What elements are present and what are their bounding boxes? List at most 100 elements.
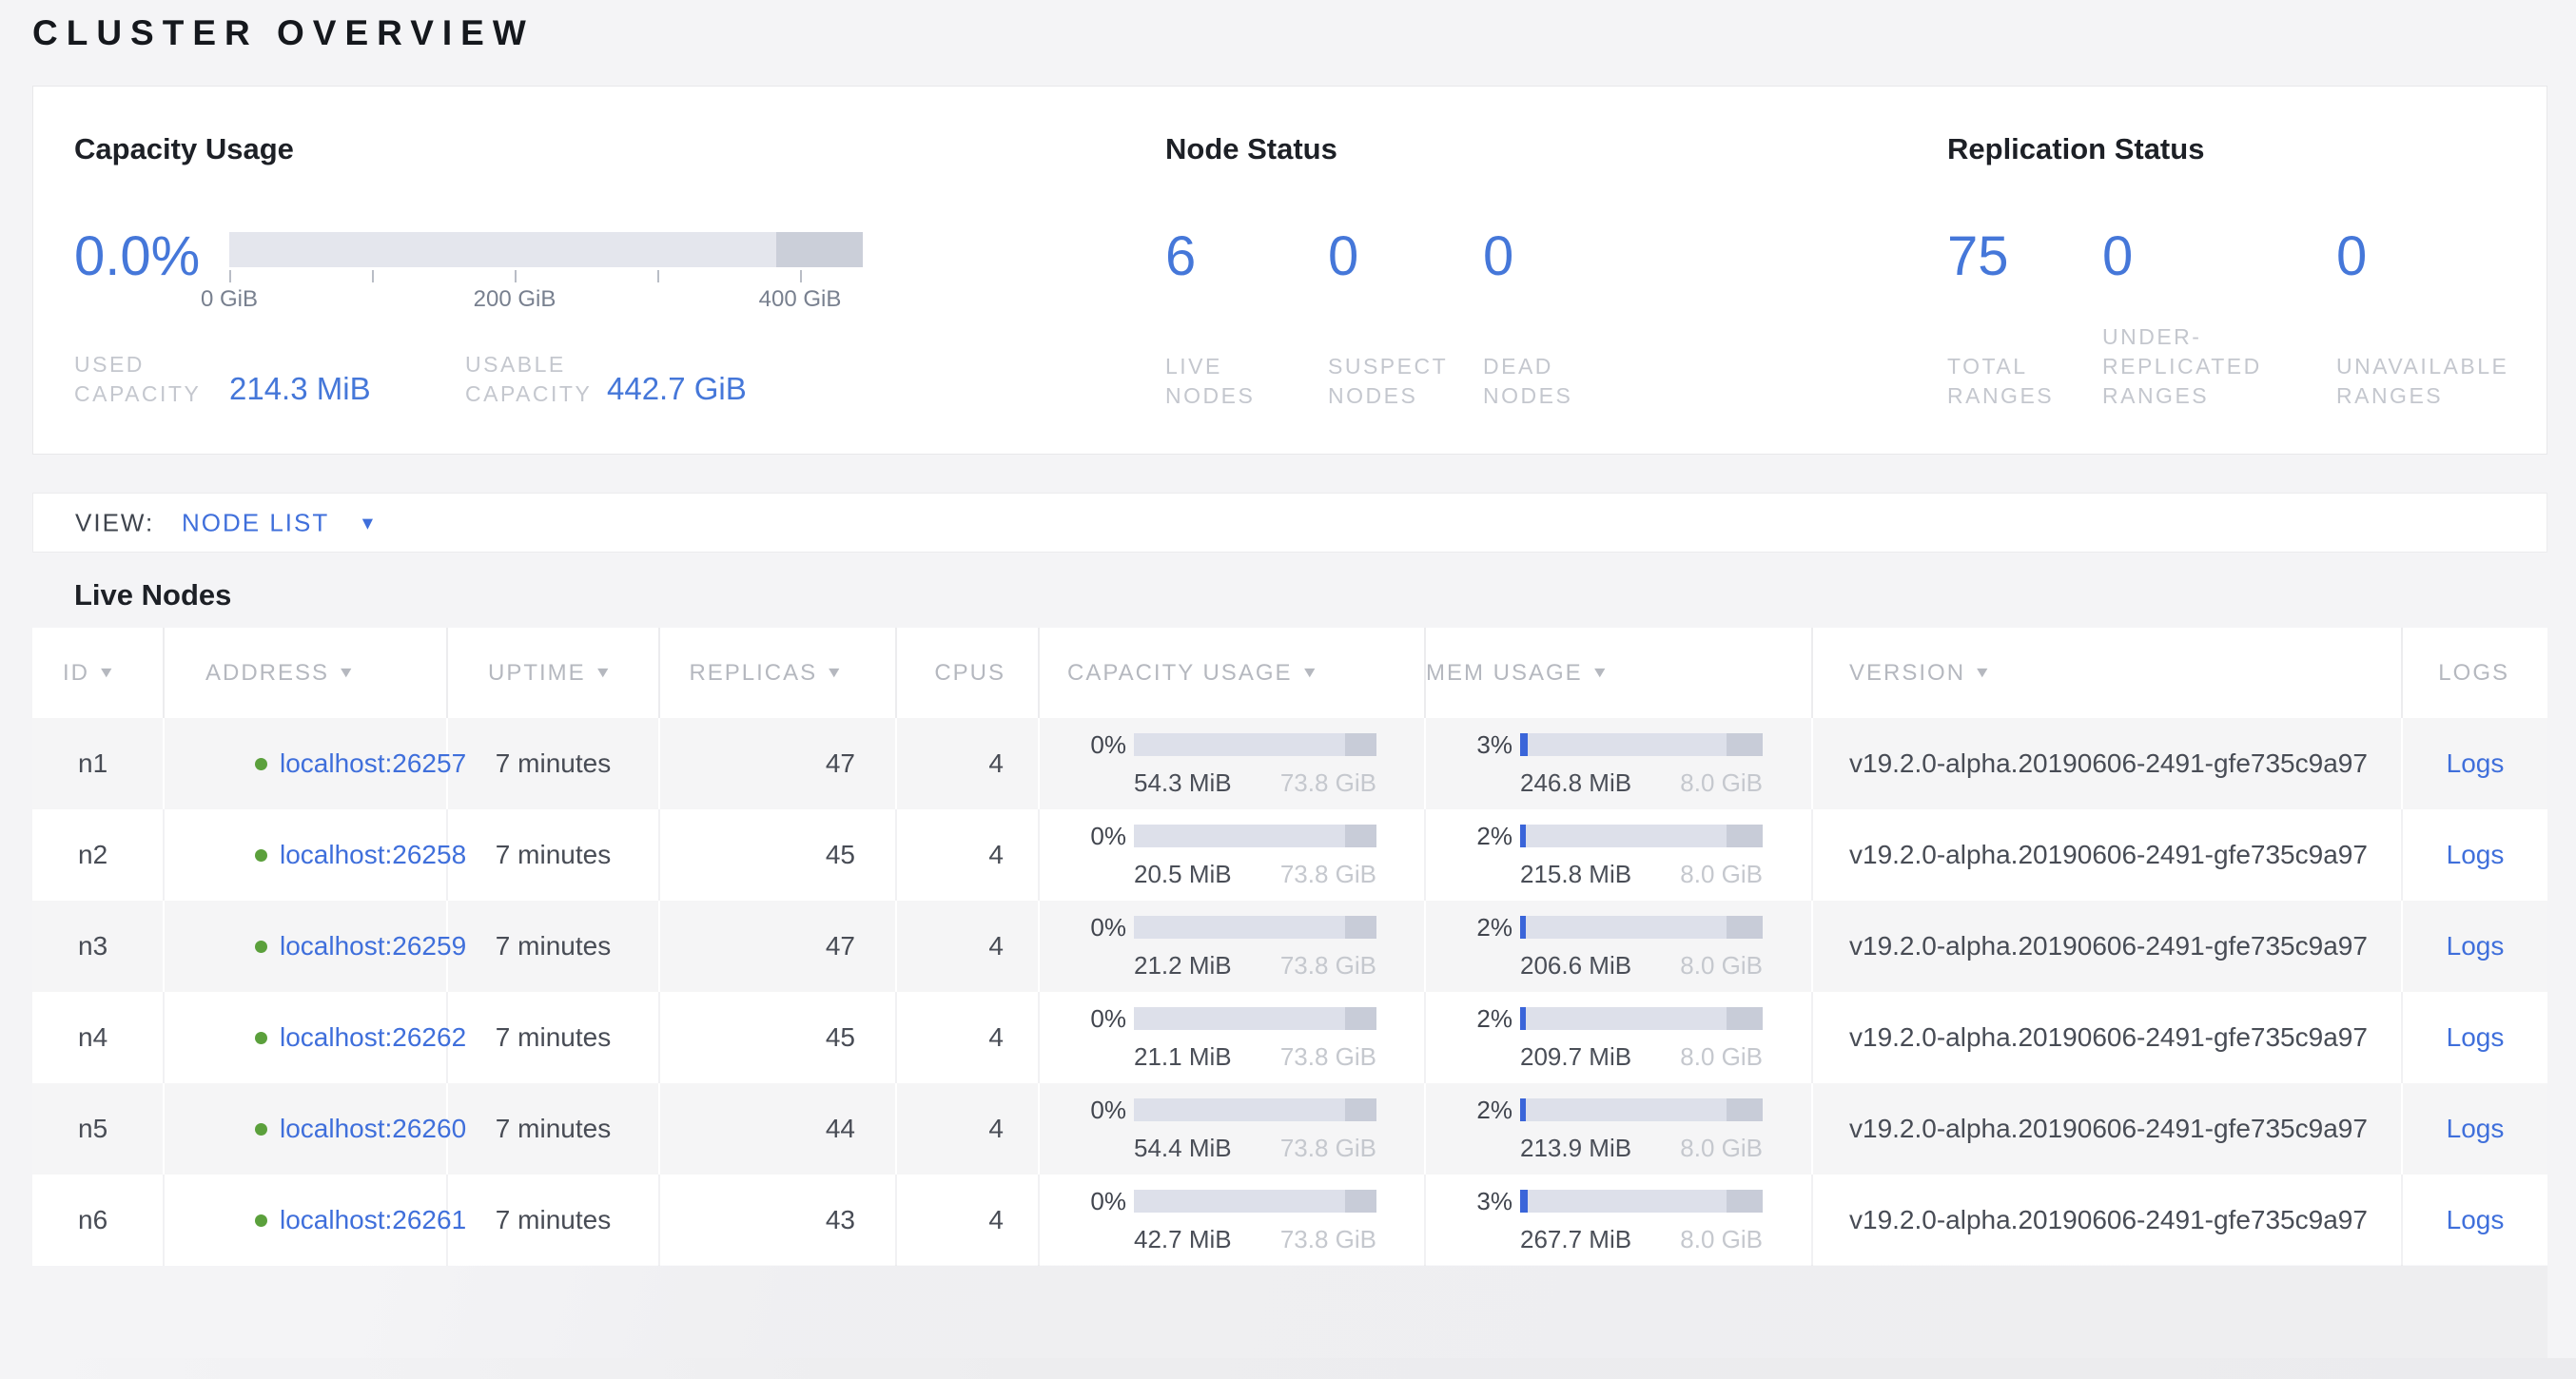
live-nodes-title: Live Nodes bbox=[74, 578, 231, 612]
node-version-cell: v19.2.0-alpha.20190606-2491-gfe735c9a97 bbox=[1813, 901, 2403, 992]
node-id-cell: n3 bbox=[32, 901, 165, 992]
logs-link[interactable]: Logs bbox=[2447, 748, 2505, 779]
mem-usage-cell: 3%246.8 MiB8.0 GiB bbox=[1426, 718, 1813, 809]
node-status-stat-value: 6 bbox=[1165, 229, 1196, 284]
mem-usage-percent: 2% bbox=[1426, 822, 1512, 851]
capacity-axis-tick bbox=[229, 270, 231, 282]
mem-usage-bar-reserved bbox=[1727, 1007, 1763, 1030]
node-replicas: 44 bbox=[826, 1114, 855, 1144]
replication-stat-value: 75 bbox=[1947, 229, 2009, 284]
node-replicas: 43 bbox=[826, 1205, 855, 1235]
sort-desc-icon[interactable]: ▼ bbox=[337, 665, 357, 682]
column-header-version[interactable]: VERSION▼ bbox=[1813, 628, 2403, 718]
view-dropdown-value[interactable]: NODE LIST bbox=[182, 508, 329, 536]
sort-desc-icon[interactable]: ▼ bbox=[1300, 665, 1320, 682]
capacity-usage-percent: 0% bbox=[1040, 1096, 1126, 1125]
view-label: VIEW: bbox=[75, 508, 154, 537]
capacity-usage-total: 73.8 GiB bbox=[1280, 860, 1376, 889]
view-dropdown[interactable]: NODE LIST ▼ bbox=[182, 508, 379, 537]
node-address-link[interactable]: localhost:26260 bbox=[280, 1114, 466, 1144]
node-logs-cell: Logs bbox=[2403, 718, 2547, 809]
mem-usage-cell: 3%267.7 MiB8.0 GiB bbox=[1426, 1175, 1813, 1266]
node-replicas: 47 bbox=[826, 748, 855, 779]
node-replicas: 47 bbox=[826, 931, 855, 961]
column-header-mem-usage[interactable]: MEM USAGE ▼ bbox=[1426, 628, 1813, 718]
column-header-uptime[interactable]: UPTIME ▼ bbox=[448, 628, 660, 718]
node-cpus-cell: 4 bbox=[897, 718, 1040, 809]
node-logs-cell: Logs bbox=[2403, 901, 2547, 992]
capacity-stat-value: 442.7 GiB bbox=[607, 371, 747, 407]
mem-usage-cell: 2%209.7 MiB8.0 GiB bbox=[1426, 992, 1813, 1083]
mem-usage-bar-reserved bbox=[1727, 825, 1763, 847]
node-replicas-cell: 47 bbox=[660, 718, 897, 809]
capacity-usage-total: 73.8 GiB bbox=[1280, 951, 1376, 981]
live-status-icon bbox=[255, 1123, 267, 1136]
capacity-usage-bar-reserved bbox=[1345, 916, 1376, 939]
node-address-link[interactable]: localhost:26259 bbox=[280, 931, 466, 961]
mem-usage-total: 8.0 GiB bbox=[1680, 1042, 1763, 1072]
node-address-link[interactable]: localhost:26258 bbox=[280, 840, 466, 870]
mem-usage-total: 8.0 GiB bbox=[1680, 768, 1763, 798]
column-header-label: REPLICAS bbox=[689, 660, 817, 687]
logs-link[interactable]: Logs bbox=[2447, 1114, 2505, 1144]
node-id-cell: n6 bbox=[32, 1175, 165, 1266]
sort-desc-icon[interactable]: ▼ bbox=[97, 665, 117, 682]
capacity-usage-bar bbox=[229, 232, 863, 267]
capacity-usage-cell: 0%20.5 MiB73.8 GiB bbox=[1040, 809, 1426, 901]
capacity-usage-bar bbox=[1134, 1007, 1376, 1030]
sort-desc-icon[interactable]: ▼ bbox=[594, 665, 614, 682]
node-cpus-cell: 4 bbox=[897, 809, 1040, 901]
mem-usage-percent: 2% bbox=[1426, 913, 1512, 942]
capacity-usage-cell: 0%54.4 MiB73.8 GiB bbox=[1040, 1083, 1426, 1175]
column-header-label: MEM USAGE bbox=[1426, 660, 1583, 687]
capacity-usage-bar-reserved bbox=[1345, 1007, 1376, 1030]
sort-desc-icon[interactable]: ▼ bbox=[1590, 665, 1610, 682]
node-replicas-cell: 45 bbox=[660, 809, 897, 901]
node-status-stat-label: SUSPECT NODES bbox=[1328, 352, 1448, 411]
sort-desc-icon[interactable]: ▼ bbox=[825, 665, 845, 682]
chevron-down-icon[interactable]: ▼ bbox=[359, 514, 379, 534]
node-address-link[interactable]: localhost:26261 bbox=[280, 1205, 466, 1235]
page-title: CLUSTER OVERVIEW bbox=[32, 13, 535, 53]
logs-link[interactable]: Logs bbox=[2447, 840, 2505, 870]
table-body: n1localhost:262577 minutes4740%54.3 MiB7… bbox=[32, 718, 2547, 1266]
node-address-cell: localhost:26259 bbox=[165, 901, 448, 992]
capacity-usage-total: 73.8 GiB bbox=[1280, 1134, 1376, 1163]
capacity-usage-percent: 0% bbox=[1040, 913, 1126, 942]
node-address-link[interactable]: localhost:26257 bbox=[280, 748, 466, 779]
node-replicas-cell: 47 bbox=[660, 901, 897, 992]
node-replicas-cell: 44 bbox=[660, 1083, 897, 1175]
column-header-label: UPTIME bbox=[488, 660, 586, 687]
sort-desc-icon[interactable]: ▼ bbox=[1973, 665, 1993, 682]
logs-link[interactable]: Logs bbox=[2447, 931, 2505, 961]
node-cpus-cell: 4 bbox=[897, 1083, 1040, 1175]
mem-usage-bar-reserved bbox=[1727, 916, 1763, 939]
replication-stat-label: UNAVAILABLE RANGES bbox=[2336, 352, 2508, 411]
node-id: n2 bbox=[78, 840, 107, 870]
capacity-usage-bar-reserved bbox=[1345, 825, 1376, 847]
column-header-cpus: CPUS bbox=[897, 628, 1040, 718]
column-header-label: ID bbox=[63, 660, 89, 687]
mem-usage-bar-fill bbox=[1520, 916, 1526, 939]
column-header-address[interactable]: ADDRESS▼ bbox=[165, 628, 448, 718]
node-address-cell: localhost:26261 bbox=[165, 1175, 448, 1266]
node-version-cell: v19.2.0-alpha.20190606-2491-gfe735c9a97 bbox=[1813, 992, 2403, 1083]
capacity-usage-used: 20.5 MiB bbox=[1134, 860, 1232, 889]
logs-link[interactable]: Logs bbox=[2447, 1022, 2505, 1053]
mem-usage-bar bbox=[1520, 1007, 1763, 1030]
node-row-n1: n1localhost:262577 minutes4740%54.3 MiB7… bbox=[32, 718, 2547, 809]
column-header-id[interactable]: ID ▼ bbox=[32, 628, 165, 718]
logs-link[interactable]: Logs bbox=[2447, 1205, 2505, 1235]
node-uptime: 7 minutes bbox=[496, 840, 611, 870]
column-header-replicas[interactable]: REPLICAS ▼ bbox=[660, 628, 897, 718]
node-address-link[interactable]: localhost:26262 bbox=[280, 1022, 466, 1053]
capacity-usage-bar bbox=[1134, 733, 1376, 756]
node-replicas: 45 bbox=[826, 840, 855, 870]
capacity-axis-tick-label: 200 GiB bbox=[448, 286, 581, 313]
node-status-stat-value: 0 bbox=[1328, 229, 1358, 284]
live-status-icon bbox=[255, 849, 267, 862]
column-header-capacity-usage[interactable]: CAPACITY USAGE▼ bbox=[1040, 628, 1426, 718]
live-status-icon bbox=[255, 1032, 267, 1044]
mem-usage-bar-reserved bbox=[1727, 1190, 1763, 1213]
node-logs-cell: Logs bbox=[2403, 1175, 2547, 1266]
